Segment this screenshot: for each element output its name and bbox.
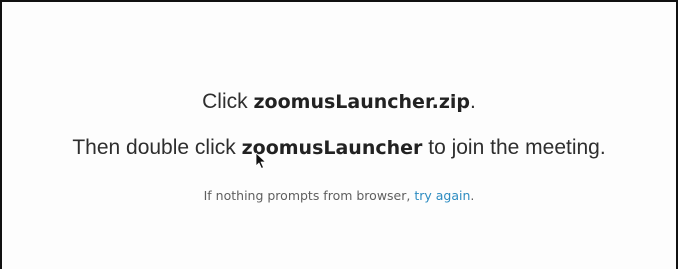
- retry-text: If nothing prompts from browser,: [203, 188, 415, 203]
- click-zip-prefix: Click: [202, 90, 254, 113]
- retry-suffix: .: [470, 188, 475, 203]
- retry-message: If nothing prompts from browser, try aga…: [2, 188, 676, 203]
- click-zip-suffix: .: [470, 90, 476, 113]
- launcher-app-name: zoomusLauncher: [241, 137, 423, 159]
- mouse-pointer-icon: [255, 152, 266, 169]
- try-again-link[interactable]: try again: [414, 188, 470, 203]
- click-zip-instruction: Click zoomusLauncher.zip.: [2, 90, 676, 114]
- double-click-prefix: Then double click: [72, 136, 242, 159]
- launcher-zip-filename: zoomusLauncher.zip: [253, 91, 470, 113]
- double-click-suffix: to join the meeting.: [422, 136, 606, 159]
- double-click-instruction: Then double click zoomusLauncher to join…: [2, 136, 676, 160]
- launch-meeting-panel: Click zoomusLauncher.zip. Then double cl…: [0, 0, 678, 269]
